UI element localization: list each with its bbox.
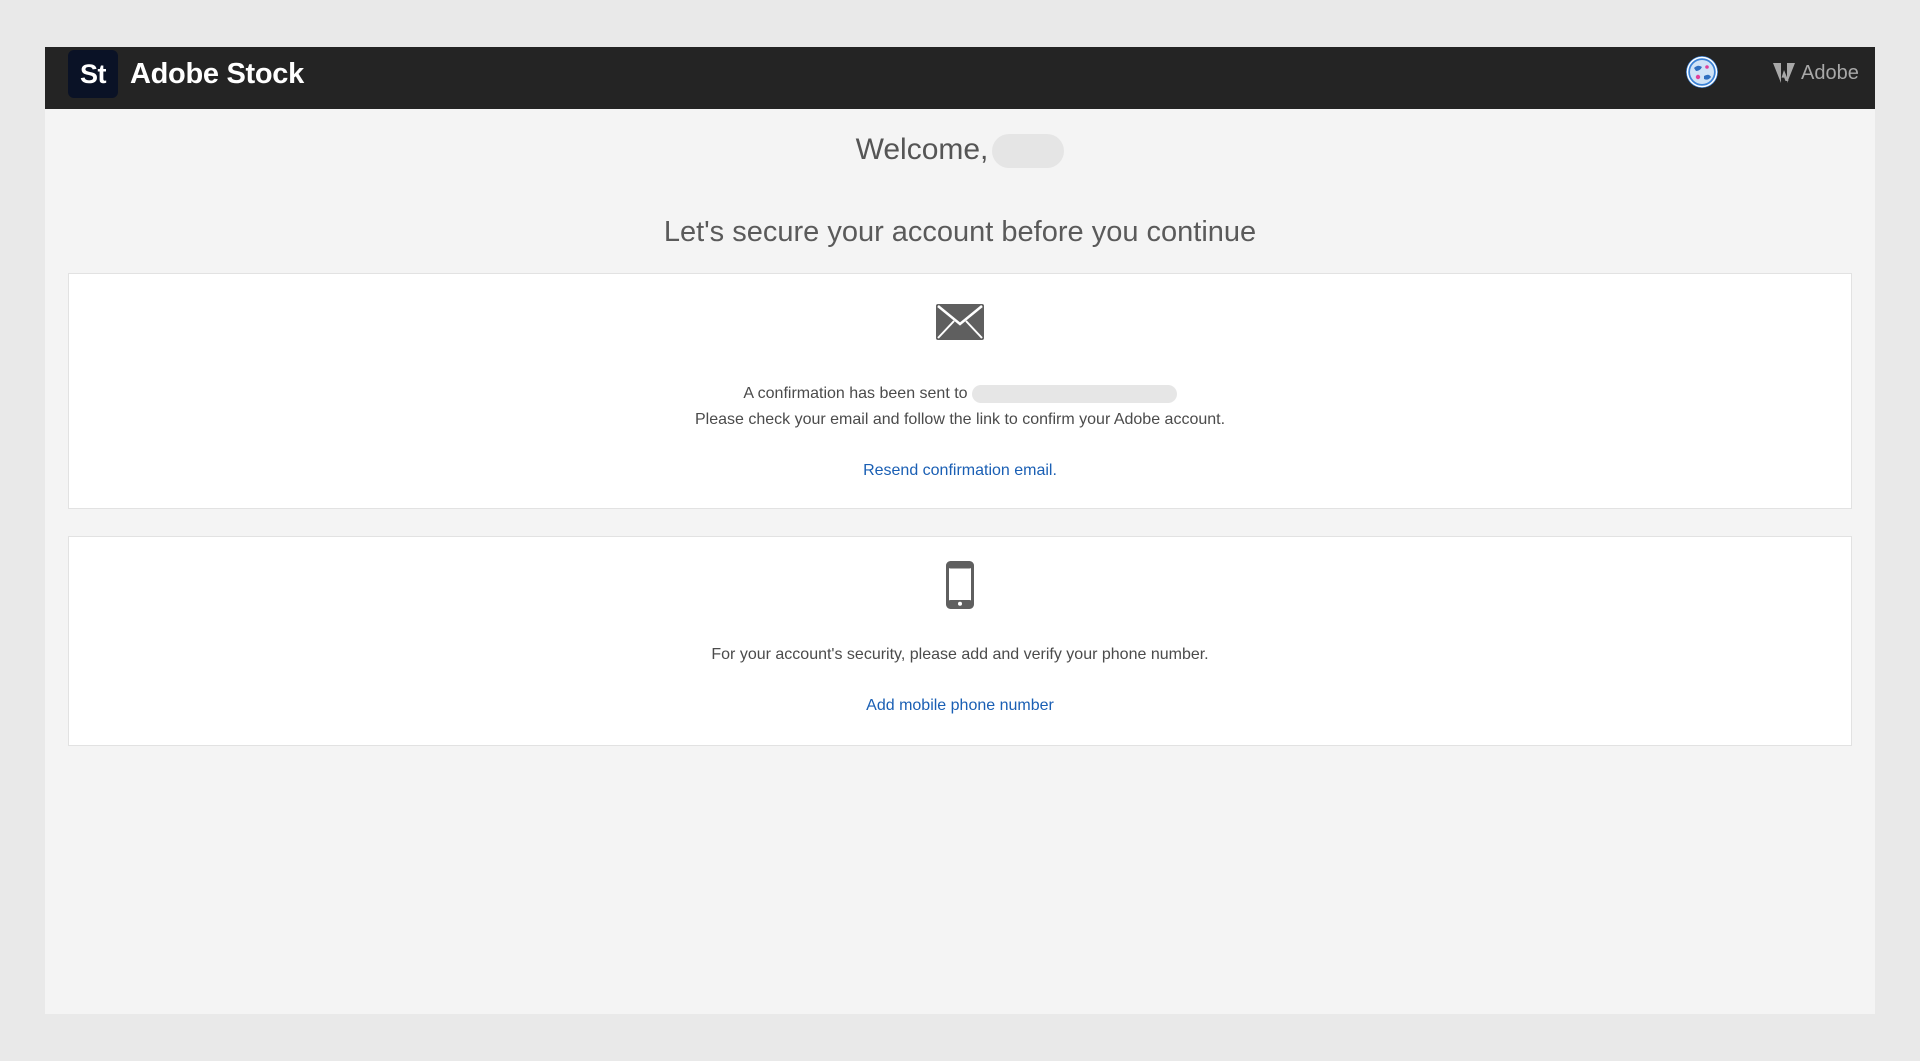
mobile-phone-icon (946, 561, 974, 614)
adobe-label: Adobe (1801, 61, 1859, 84)
confirmation-sent-text: A confirmation has been sent to (69, 381, 1851, 407)
email-confirmation-card: A confirmation has been sent to Please c… (68, 273, 1852, 509)
adobe-stock-logo[interactable]: St (68, 50, 118, 98)
adobe-logo-icon (1773, 63, 1795, 83)
welcome-text: Welcome, (855, 133, 989, 166)
adobe-link[interactable]: Adobe (1773, 60, 1859, 86)
add-phone-link-wrapper: Add mobile phone number (69, 695, 1851, 717)
phone-security-text: For your account's security, please add … (711, 646, 1209, 663)
check-email-text: Please check your email and follow the l… (694, 411, 1226, 428)
phone-verification-card: For your account's security, please add … (68, 536, 1852, 746)
brand-name[interactable]: Adobe Stock (130, 57, 304, 91)
avatar-globe-icon[interactable] (1686, 56, 1718, 88)
top-navigation-bar: St Adobe Stock Adobe (45, 47, 1875, 109)
envelope-icon (936, 304, 984, 345)
welcome-heading: Welcome, (45, 132, 1875, 169)
confirmation-sent-label: A confirmation has been sent to (743, 385, 968, 402)
add-mobile-phone-link[interactable]: Add mobile phone number (866, 697, 1054, 714)
page-frame: St Adobe Stock Adobe Welcome, Let's secu… (45, 47, 1875, 1014)
page-subtitle: Let's secure your account before you con… (663, 216, 1257, 248)
resend-link-wrapper: Resend confirmation email. (69, 460, 1851, 482)
redacted-email (971, 384, 1177, 403)
resend-confirmation-link[interactable]: Resend confirmation email. (863, 462, 1057, 479)
redacted-username (992, 134, 1065, 169)
